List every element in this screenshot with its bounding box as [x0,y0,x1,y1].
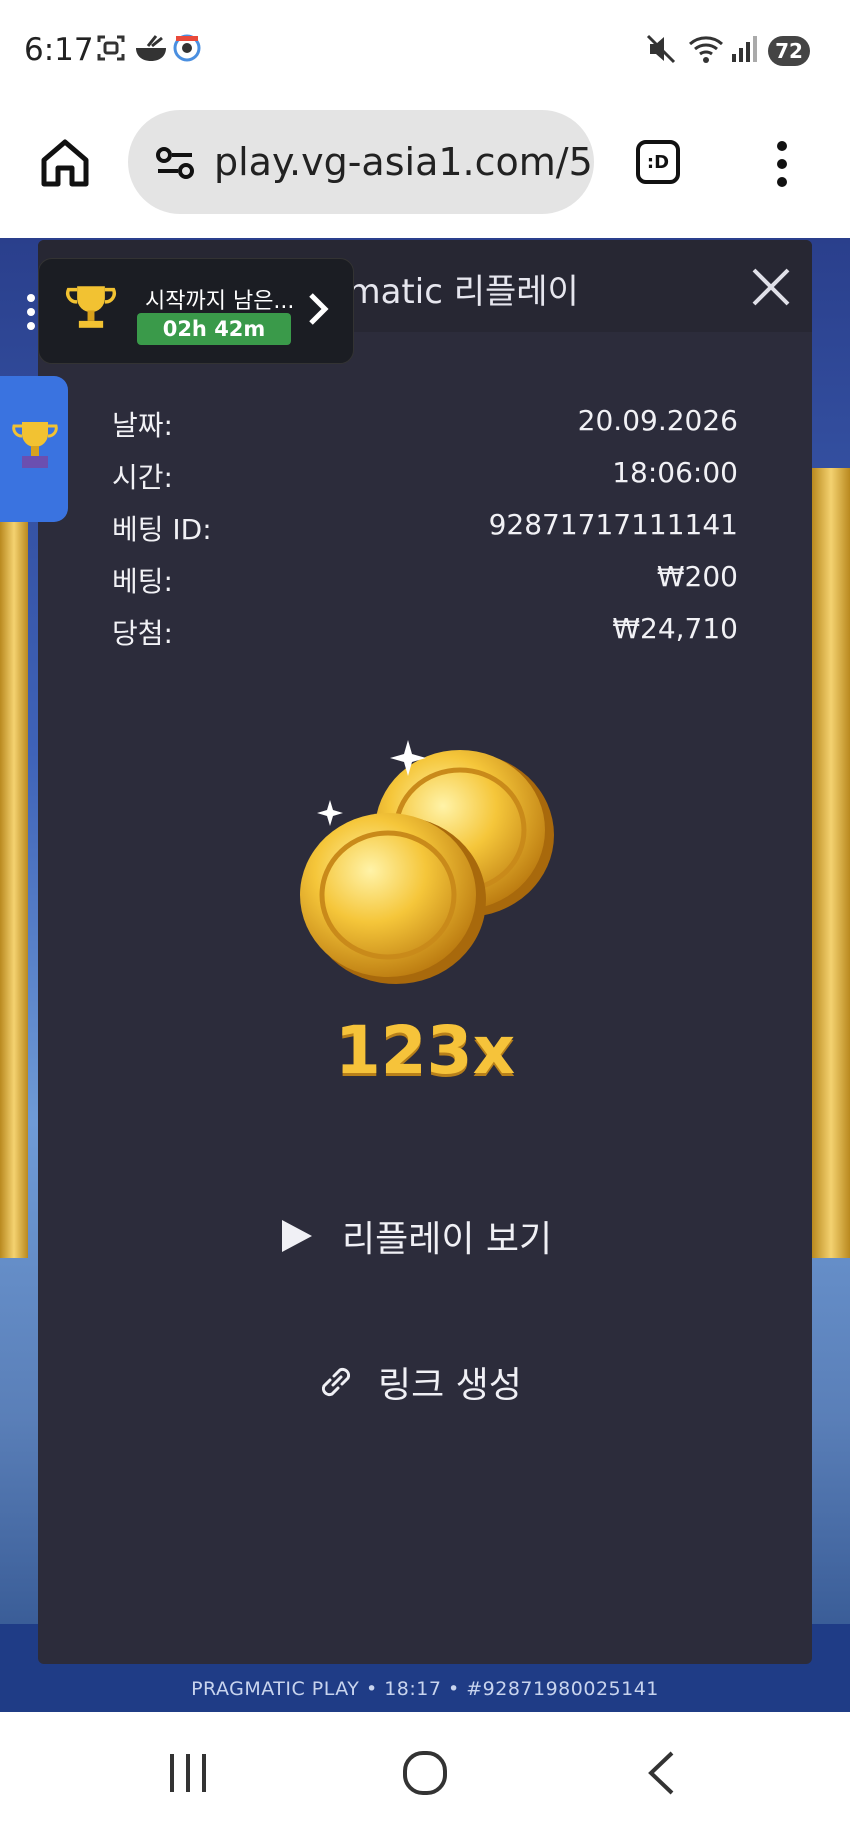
multiplier-text: 123x [334,1012,516,1089]
detail-value: ₩24,710 [612,612,738,645]
detail-label: 날짜: [112,409,173,442]
detail-label: 시간: [112,461,173,494]
play-icon [282,1220,312,1252]
detail-value: 18:06:00 [612,456,738,489]
watch-replay-label: 리플레이 보기 [342,1219,553,1260]
system-nav-bar [0,1712,850,1842]
back-button[interactable] [646,1750,676,1800]
detail-label: 당첨: [112,617,173,650]
location-pin-icon [172,34,202,70]
detail-value: ₩200 [656,560,738,593]
tournament-title: 시작까지 남은... [145,289,295,314]
wifi-icon [688,34,726,68]
reel-frame-right [812,468,850,1258]
detail-row-bet: 베팅: ₩200 [112,560,738,600]
link-icon [321,1367,351,1397]
home-icon [41,139,89,187]
overflow-menu-icon [777,141,787,187]
close-button[interactable] [750,266,792,308]
mute-icon [646,34,676,68]
screenshot-icon [96,34,126,66]
detail-row-win: 당첨: ₩24,710 [112,612,738,652]
watch-replay-button[interactable]: 리플레이 보기 [278,1208,552,1264]
trophy-icon [12,422,58,468]
detail-row-bet-id: 베팅 ID: 92871717111141 [112,508,738,548]
bowl-icon [134,34,168,68]
more-vertical-icon[interactable] [26,294,36,330]
browser-toolbar: play.vg-asia1.com/5 :D [0,100,850,238]
home-nav-button[interactable] [402,1750,448,1800]
detail-row-time: 시간: 18:06:00 [112,456,738,496]
replay-modal: Pragmatic 리플레이 날짜: 20.09.2026 시간: 18:06:… [38,240,812,1664]
home-circle-icon [403,1751,447,1795]
close-icon [752,268,790,306]
tabs-button[interactable]: :D [636,140,680,184]
tabs-icon: :D [646,151,670,173]
detail-label: 베팅 ID: [112,513,212,546]
create-link-label: 링크 생성 [378,1365,522,1406]
chevron-right-icon[interactable] [307,291,331,327]
reel-frame-left [0,488,28,1258]
tournament-widget[interactable]: 시작까지 남은... 02h 42m [38,258,354,364]
game-footer-text: PRAGMATIC PLAY • 18:17 • #92871980025141 [191,1678,659,1700]
battery-indicator: 72 [768,36,810,66]
create-link-button[interactable]: 링크 생성 [316,1354,522,1410]
back-icon [648,1751,674,1795]
detail-value: 92871717111141 [488,508,738,541]
status-time: 6:17 [24,32,94,68]
detail-value: 20.09.2026 [577,404,738,437]
status-bar: 6:17 72 [0,0,850,100]
signal-icon [730,34,758,68]
recent-apps-icon [170,1754,206,1792]
side-tournament-tab[interactable] [0,376,68,522]
tournament-timer: 02h 42m [137,313,291,345]
site-settings-icon[interactable] [156,146,194,184]
trophy-icon [66,286,116,328]
address-bar[interactable]: play.vg-asia1.com/5 [128,110,594,214]
recent-apps-button[interactable] [166,1750,210,1800]
detail-label: 베팅: [112,565,173,598]
coins-icon [288,730,578,990]
overflow-menu-button[interactable] [774,140,790,188]
url-text[interactable]: play.vg-asia1.com/5 [214,140,593,184]
detail-row-date: 날짜: 20.09.2026 [112,404,738,444]
home-button[interactable] [38,136,92,190]
